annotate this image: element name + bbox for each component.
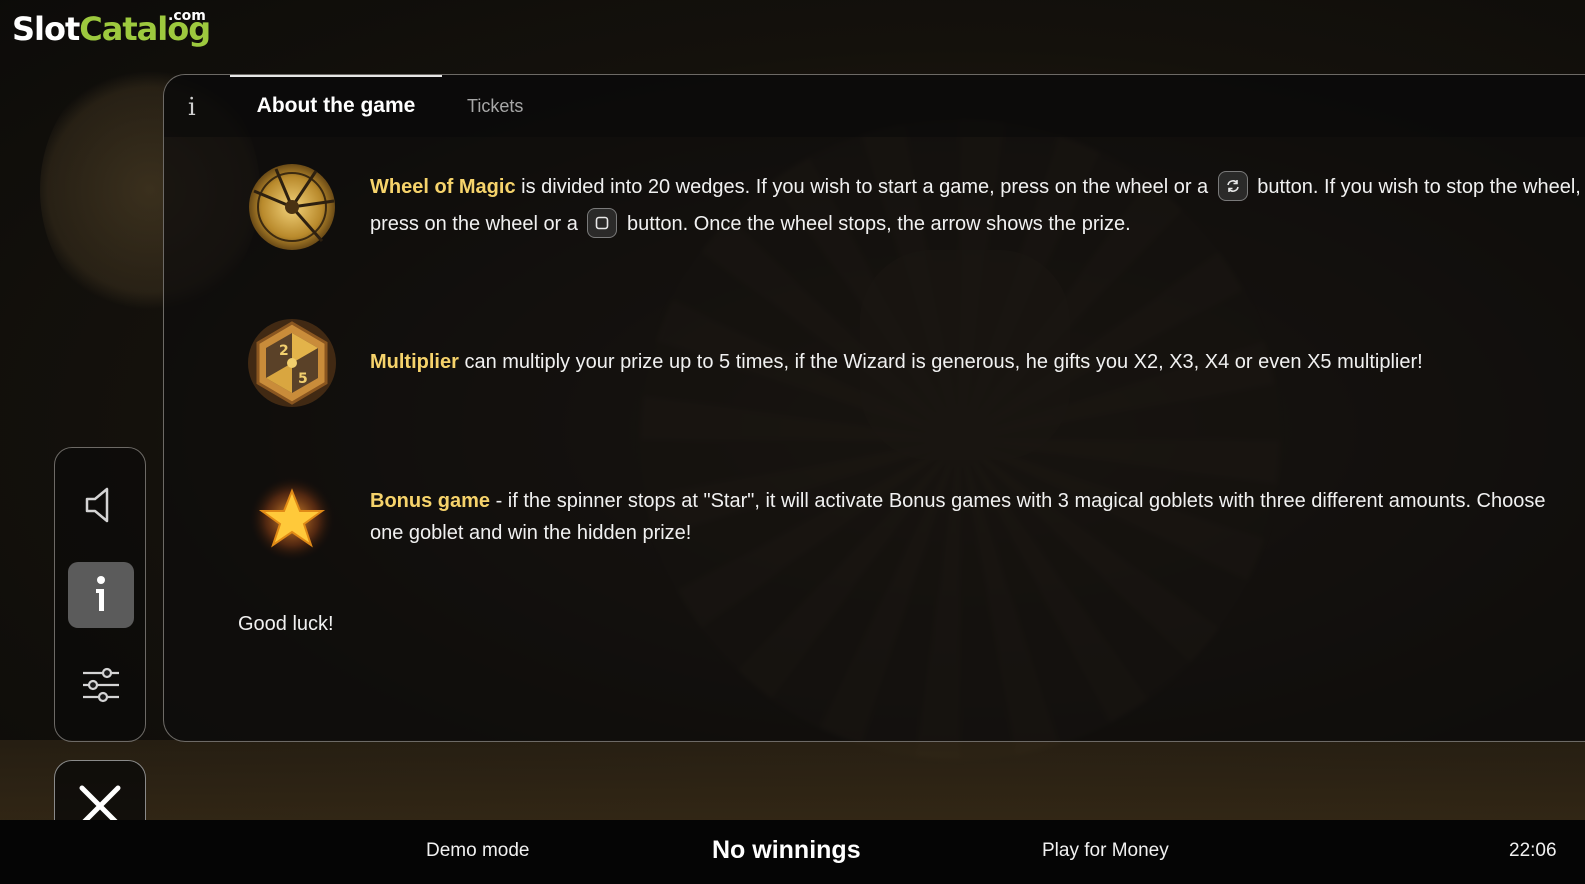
wheel-text-part3: button. Once the wheel stops, the arrow … (621, 213, 1131, 235)
multiplier-text: can multiply your prize up to 5 times, i… (458, 351, 1423, 373)
settings-icon (83, 667, 119, 703)
wheel-of-magic-description: Wheel of Magic is divided into 20 wedges… (370, 169, 1585, 243)
winnings-status: No winnings (712, 836, 861, 864)
bottom-status-bar: Demo mode No winnings Play for Money 22:… (0, 820, 1585, 884)
demo-mode-label: Demo mode (426, 840, 530, 861)
background-floor (0, 740, 1585, 830)
tab-about-the-game[interactable]: About the game (230, 75, 442, 137)
info-button[interactable] (68, 562, 134, 628)
info-panel: i About the game Tickets Wheel of Magic … (163, 74, 1585, 742)
game-screen: SlotCatalog .com i About the game Ticket… (0, 0, 1585, 884)
multiplier-icon: 2 5 (246, 317, 338, 409)
sound-icon (85, 487, 109, 523)
slotcatalog-logo: SlotCatalog .com (12, 8, 211, 48)
spin-icon (1217, 170, 1248, 201)
stop-icon (587, 207, 618, 238)
side-control-panel (54, 447, 146, 742)
wheel-of-magic-icon (246, 161, 338, 253)
tab-tickets[interactable]: Tickets (467, 75, 523, 137)
info-icon (96, 576, 105, 611)
tab-bar: i About the game Tickets (164, 75, 1585, 137)
star-icon (246, 473, 338, 565)
wheel-text-part1: is divided into 20 wedges. If you wish t… (515, 176, 1214, 198)
play-for-money-button[interactable]: Play for Money (1042, 840, 1169, 862)
logo-slot-text: Slot (12, 10, 80, 48)
bonus-game-description: Bonus game - if the spinner stops at "St… (370, 485, 1570, 549)
svg-text:5: 5 (298, 371, 308, 387)
logo-com-text: .com (168, 8, 206, 24)
info-tab-icon: i (188, 93, 196, 121)
bonus-game-title: Bonus game (370, 490, 491, 512)
settings-button[interactable] (68, 652, 134, 718)
svg-text:2: 2 (279, 343, 289, 359)
wheel-of-magic-title: Wheel of Magic (370, 176, 516, 198)
multiplier-title: Multiplier (370, 351, 459, 373)
multiplier-description: Multiplier can multiply your prize up to… (370, 344, 1585, 381)
sound-button[interactable] (68, 472, 134, 538)
clock: 22:06 (1509, 840, 1557, 861)
good-luck-text: Good luck! (238, 613, 334, 635)
bonus-game-text: - if the spinner stops at "Star", it wil… (370, 490, 1546, 544)
